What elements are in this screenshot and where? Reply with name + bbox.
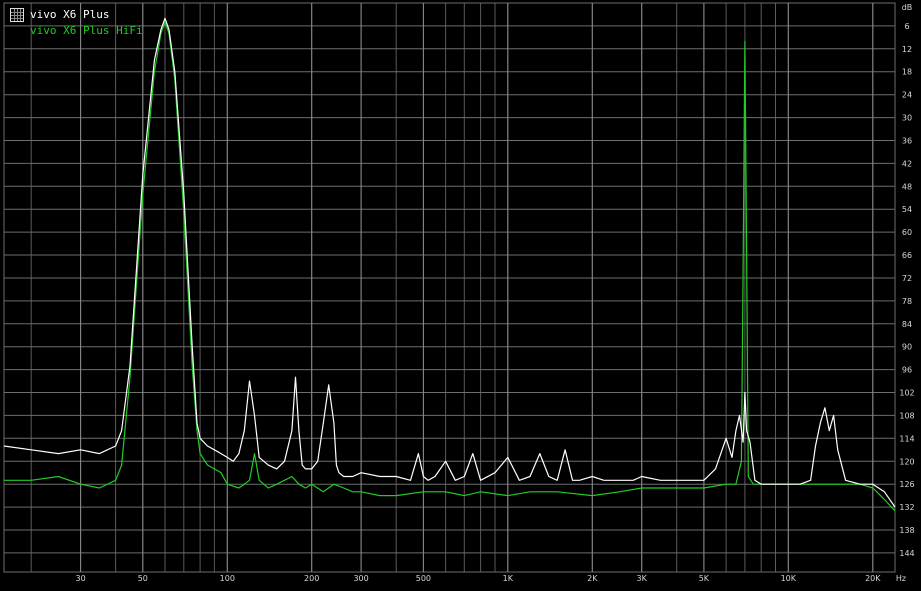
y-tick-label: 120: [899, 457, 914, 466]
x-tick-label: 1K: [503, 574, 514, 583]
y-tick-label: 138: [899, 526, 914, 535]
legend-label-series-2: vivo X6 Plus HiFi: [30, 24, 143, 37]
y-tick-label: 30: [902, 114, 912, 123]
y-tick-label: 72: [902, 274, 912, 283]
spectrum-chart: 6 12 18 24 30 36 42 48 54 60 66 72 78 84 90 96 102 108 114…: [3, 2, 915, 583]
y-unit-label: dB: [902, 3, 913, 12]
x-unit-label: Hz: [896, 574, 906, 583]
y-tick-label: 102: [899, 389, 914, 398]
y-tick-label: 42: [902, 159, 912, 168]
y-tick-label: 114: [899, 434, 914, 443]
y-tick-label: 48: [902, 182, 912, 191]
y-tick-label: 126: [899, 480, 914, 489]
y-tick-label: 36: [902, 137, 912, 146]
y-tick-label: 12: [902, 45, 912, 54]
x-tick-label: 200: [304, 574, 319, 583]
y-tick-label: 6: [904, 22, 909, 31]
x-tick-label: 20K: [865, 574, 881, 583]
x-tick-label: 50: [138, 574, 148, 583]
x-tick-label: 500: [416, 574, 431, 583]
y-tick-label: 18: [902, 68, 912, 77]
y-tick-label: 60: [902, 228, 912, 237]
y-tick-label: 108: [899, 411, 914, 420]
legend: vivo X6 Plus vivo X6 Plus HiFi: [10, 8, 143, 37]
y-tick-label: 90: [902, 343, 912, 352]
y-tick-label: 54: [902, 205, 912, 214]
x-tick-label: 10K: [781, 574, 797, 583]
x-tick-label: 100: [220, 574, 235, 583]
y-tick-label: 96: [902, 366, 912, 375]
legend-item-series-1: vivo X6 Plus: [10, 8, 143, 22]
x-tick-label: 30: [76, 574, 86, 583]
y-tick-label: 24: [902, 91, 912, 100]
y-tick-label: 66: [902, 251, 912, 260]
x-tick-label: 3K: [637, 574, 648, 583]
x-tick-label: 2K: [587, 574, 598, 583]
y-tick-label: 144: [899, 549, 914, 558]
legend-item-series-2: vivo X6 Plus HiFi: [10, 25, 143, 37]
y-tick-label: 132: [899, 503, 914, 512]
x-tick-label: 300: [353, 574, 368, 583]
x-tick-label: 5K: [699, 574, 710, 583]
legend-label-series-1: vivo X6 Plus: [30, 8, 110, 21]
y-tick-label: 84: [902, 320, 912, 329]
y-tick-label: 78: [902, 297, 912, 306]
grid-icon[interactable]: [10, 8, 24, 22]
